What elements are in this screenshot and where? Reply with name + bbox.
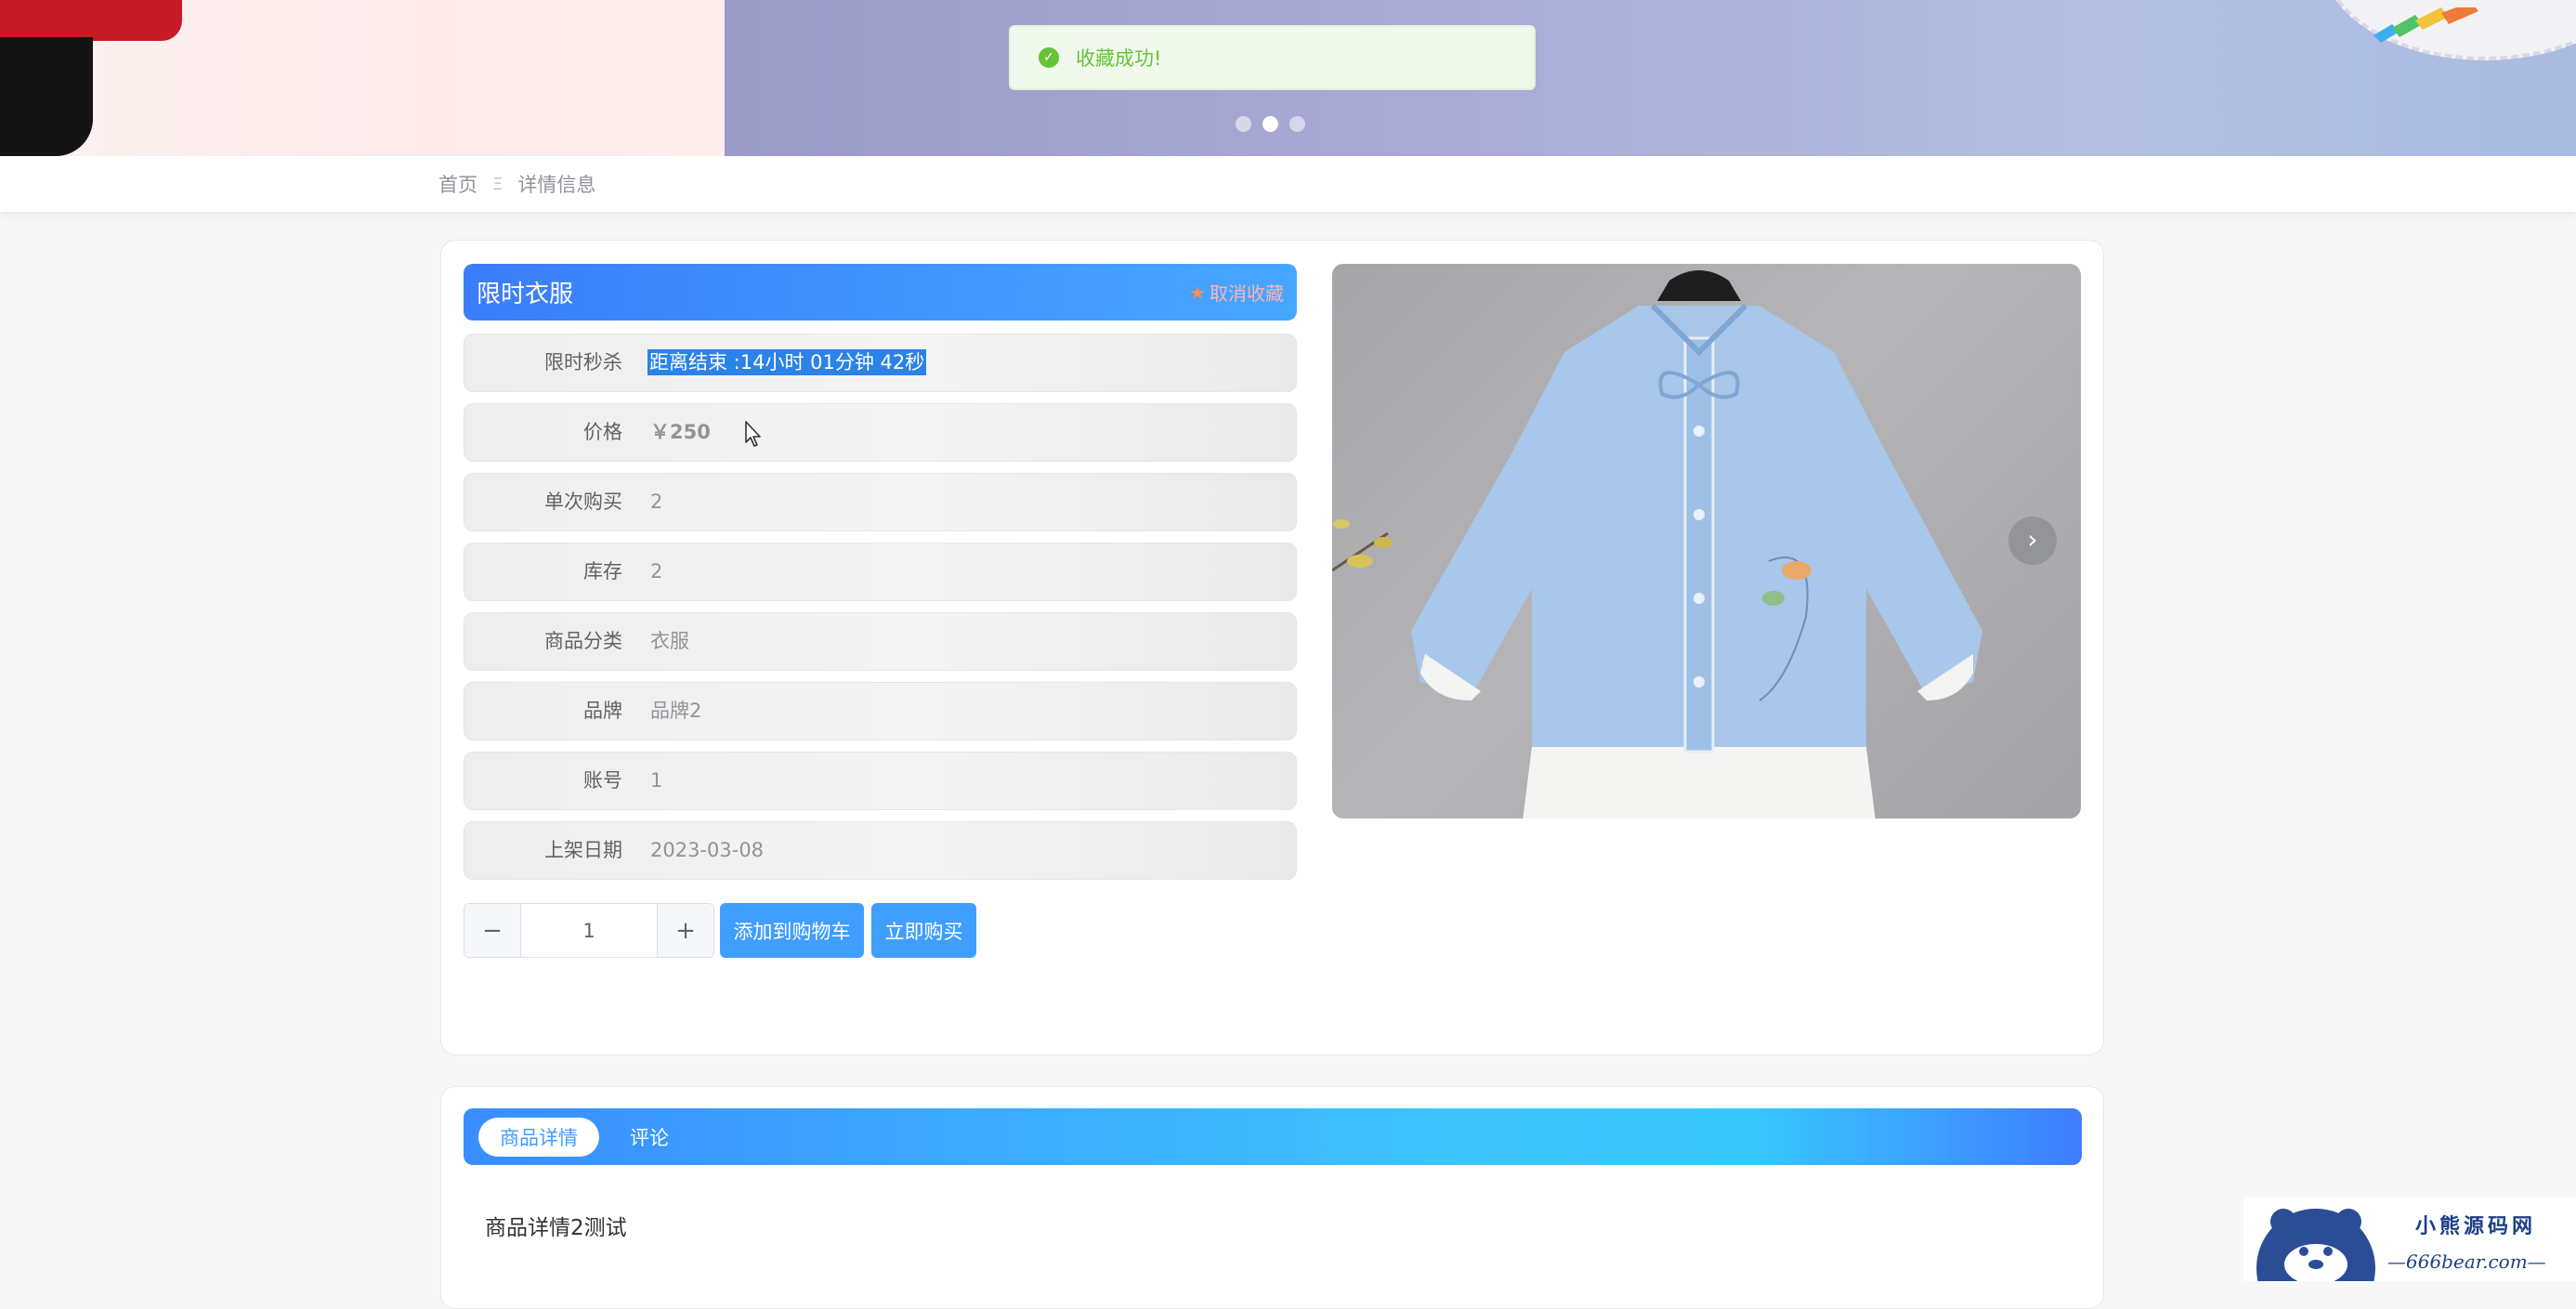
add-to-cart-button[interactable]: 添加到购物车: [720, 903, 864, 958]
field-row-stock: 库存 2: [464, 543, 1297, 601]
carousel-dot[interactable]: [1289, 116, 1305, 132]
breadcrumb-home[interactable]: 首页: [438, 170, 477, 198]
field-row-category: 商品分类 衣服: [464, 612, 1297, 671]
product-image: [1332, 270, 1982, 818]
banner-black-garment: [0, 37, 93, 156]
countdown-value: 距离结束 :14小时 01分钟 42秒: [647, 349, 927, 375]
quantity-stepper: − +: [464, 903, 714, 958]
watermark-url: —666bear.com—: [2387, 1250, 2546, 1273]
field-label: 库存: [583, 560, 622, 583]
watermark-title: 小熊源码网: [2415, 1214, 2537, 1238]
banner-slide-left: [0, 0, 725, 156]
price-value: ￥250: [650, 421, 711, 443]
banner-color-stripes: [2373, 7, 2478, 43]
field-row-flash-sale: 限时秒杀 距离结束 :14小时 01分钟 42秒: [464, 334, 1297, 392]
field-label: 限时秒杀: [544, 351, 622, 373]
field-label: 单次购买: [544, 491, 622, 513]
field-value: 2: [650, 560, 663, 583]
banner-slide-main: [725, 0, 2576, 156]
field-row-per-purchase: 单次购买 2: [464, 473, 1297, 531]
product-image-carousel[interactable]: ›: [1332, 264, 2081, 818]
chevron-right-icon[interactable]: ›: [2008, 517, 2057, 565]
breadcrumb: 首页 Ξ 详情信息: [438, 156, 595, 212]
field-row-account: 账号 1: [464, 752, 1297, 810]
field-label: 价格: [583, 421, 622, 443]
mouse-cursor-icon: [745, 421, 761, 447]
breadcrumb-current: 详情信息: [517, 174, 596, 196]
banner-red-garment: [0, 0, 182, 41]
field-value: 品牌2: [650, 700, 702, 722]
field-label: 上架日期: [544, 839, 622, 861]
quantity-input[interactable]: [521, 904, 657, 957]
detail-tabs: 商品详情 评论: [464, 1108, 2082, 1165]
success-toast: ✓ 收藏成功!: [1009, 25, 1536, 90]
field-row-brand: 品牌 品牌2: [464, 682, 1297, 740]
unfavorite-button[interactable]: ★ 取消收藏: [1189, 279, 1284, 306]
toast-message: 收藏成功!: [1076, 47, 1162, 70]
breadcrumb-separator: Ξ: [492, 174, 503, 194]
field-value: 2: [650, 491, 663, 513]
carousel-dot-active[interactable]: [1262, 116, 1278, 132]
field-row-price: 价格 ￥250: [464, 403, 1297, 462]
carousel-indicators: [1236, 116, 1305, 132]
field-value: 2023-03-08: [650, 839, 765, 861]
increase-quantity-button[interactable]: +: [657, 904, 713, 957]
product-detail-text: 商品详情2测试: [485, 1216, 627, 1240]
field-label: 账号: [583, 769, 622, 792]
tab-comments[interactable]: 评论: [621, 1118, 677, 1157]
buy-now-button[interactable]: 立即购买: [871, 903, 976, 958]
field-row-listing-date: 上架日期 2023-03-08: [464, 821, 1297, 880]
tab-product-detail[interactable]: 商品详情: [478, 1118, 599, 1157]
product-title: 限时衣服: [477, 281, 574, 308]
field-label: 商品分类: [544, 630, 622, 652]
star-icon: ★: [1189, 281, 1206, 304]
breadcrumb-bar: 首页 Ξ 详情信息: [0, 156, 2576, 212]
field-value: 1: [650, 769, 663, 792]
field-value: 衣服: [650, 630, 689, 652]
check-circle-icon: ✓: [1039, 47, 1059, 68]
bear-logo-icon: [2256, 1209, 2375, 1281]
unfavorite-label: 取消收藏: [1210, 282, 1284, 305]
carousel-dot[interactable]: [1236, 116, 1251, 132]
field-label: 品牌: [583, 700, 622, 722]
decrease-quantity-button[interactable]: −: [464, 904, 521, 957]
product-title-bar: 限时衣服 ★ 取消收藏: [464, 264, 1297, 321]
